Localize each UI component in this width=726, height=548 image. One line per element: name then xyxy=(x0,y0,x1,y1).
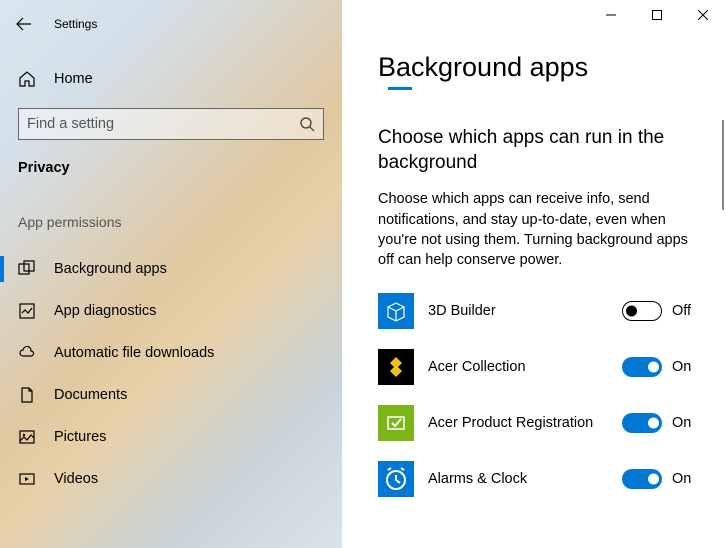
diagnostics-icon xyxy=(18,302,36,320)
scrollbar[interactable] xyxy=(722,120,724,210)
cloud-download-icon xyxy=(18,344,36,362)
minimize-icon xyxy=(606,10,616,20)
sidebar-item-documents[interactable]: Documents xyxy=(0,374,342,416)
group-label: App permissions xyxy=(0,186,342,234)
back-button[interactable] xyxy=(14,14,34,34)
sidebar-item-videos[interactable]: Videos xyxy=(0,458,342,500)
category-header: Privacy xyxy=(0,146,342,186)
toggle-acer-collection[interactable] xyxy=(622,357,662,377)
search-input[interactable] xyxy=(27,116,299,132)
sidebar-item-label: Pictures xyxy=(54,429,106,445)
app-icon-acer-registration xyxy=(378,405,414,441)
toggle-state: On xyxy=(672,415,696,431)
body-text: Choose which apps can receive info, send… xyxy=(378,189,696,270)
app-icon-acer-collection xyxy=(378,349,414,385)
app-name: Acer Product Registration xyxy=(428,415,608,431)
sidebar-item-automatic-file-downloads[interactable]: Automatic file downloads xyxy=(0,332,342,374)
accent-bar xyxy=(388,87,412,90)
home-nav[interactable]: Home xyxy=(0,58,342,100)
subheading: Choose which apps can run in the backgro… xyxy=(378,126,696,175)
truncated-item[interactable] xyxy=(0,234,342,248)
toggle-state: On xyxy=(672,471,696,487)
minimize-button[interactable] xyxy=(588,0,634,30)
arrow-left-icon xyxy=(16,16,32,32)
sidebar-item-label: App diagnostics xyxy=(54,303,156,319)
app-name: 3D Builder xyxy=(428,303,608,319)
background-apps-icon xyxy=(18,260,36,278)
page-title: Background apps xyxy=(378,52,696,83)
sidebar-item-app-diagnostics[interactable]: App diagnostics xyxy=(0,290,342,332)
document-icon xyxy=(18,386,36,404)
main-panel: Background apps Choose which apps can ru… xyxy=(342,0,726,548)
sidebar-item-label: Documents xyxy=(54,387,127,403)
toggle-3d-builder[interactable] xyxy=(622,301,662,321)
sidebar-item-label: Videos xyxy=(54,471,98,487)
maximize-button[interactable] xyxy=(634,0,680,30)
window-controls xyxy=(588,0,726,30)
maximize-icon xyxy=(652,10,662,20)
sidebar-item-pictures[interactable]: Pictures xyxy=(0,416,342,458)
toggle-alarms-clock[interactable] xyxy=(622,469,662,489)
close-button[interactable] xyxy=(680,0,726,30)
home-label: Home xyxy=(54,71,93,87)
toggle-state: Off xyxy=(672,303,696,319)
toggle-state: On xyxy=(672,359,696,375)
app-name: Acer Collection xyxy=(428,359,608,375)
app-icon-alarms-clock xyxy=(378,461,414,497)
search-icon xyxy=(299,116,315,132)
sidebar-item-label: Automatic file downloads xyxy=(54,345,214,361)
content: Background apps Choose which apps can ru… xyxy=(342,0,726,548)
pictures-icon xyxy=(18,428,36,446)
close-icon xyxy=(698,10,708,20)
search-box[interactable] xyxy=(18,108,324,140)
window-title: Settings xyxy=(54,17,97,31)
home-icon xyxy=(18,70,36,88)
app-icon-3d-builder xyxy=(378,293,414,329)
sidebar-item-background-apps[interactable]: Background apps xyxy=(0,248,342,290)
app-row-acer-collection: Acer Collection On xyxy=(378,349,696,385)
toggle-acer-registration[interactable] xyxy=(622,413,662,433)
videos-icon xyxy=(18,470,36,488)
titlebar: Settings xyxy=(0,8,342,40)
app-name: Alarms & Clock xyxy=(428,471,608,487)
app-row-3d-builder: 3D Builder Off xyxy=(378,293,696,329)
app-row-alarms-clock: Alarms & Clock On xyxy=(378,461,696,497)
app-row-acer-product-registration: Acer Product Registration On xyxy=(378,405,696,441)
sidebar-item-label: Background apps xyxy=(54,261,167,277)
search-container xyxy=(0,100,342,146)
sidebar: Settings Home Privacy App permissions Ba… xyxy=(0,0,342,548)
